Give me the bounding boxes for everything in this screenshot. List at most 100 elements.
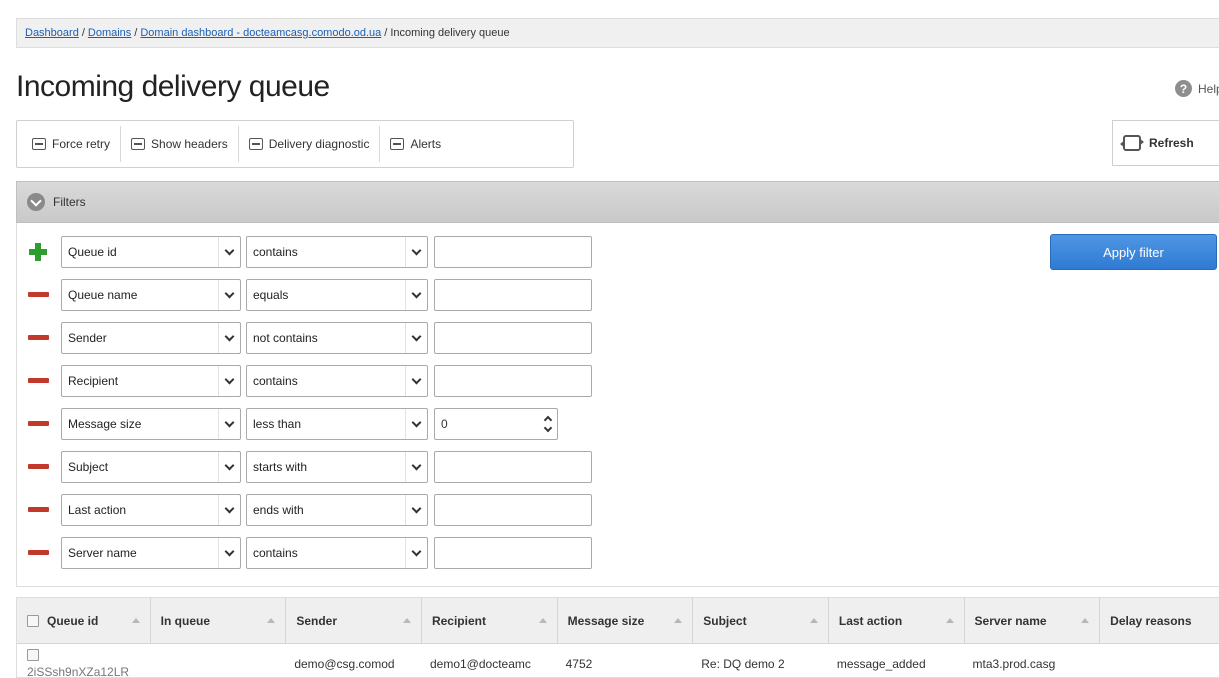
column-label: Sender <box>296 613 337 628</box>
filter-operator-select[interactable]: contains <box>246 236 428 268</box>
help-icon: ? <box>1175 80 1192 97</box>
filter-value-input[interactable] <box>434 494 592 526</box>
breadcrumb: Dashboard / Domains / Domain dashboard -… <box>16 18 1219 48</box>
remove-filter-icon[interactable] <box>27 284 49 306</box>
chevron-down-icon <box>218 409 240 439</box>
breadcrumb-link-domain-dashboard[interactable]: Domain dashboard - docteamcasg.comodo.od… <box>140 27 381 39</box>
filter-field-select[interactable]: Message size <box>61 408 241 440</box>
table-header: Queue id In queue Sender Recipient Messa… <box>17 598 1219 644</box>
filter-field-select[interactable]: Recipient <box>61 365 241 397</box>
filter-number-value: 0 <box>441 417 448 431</box>
add-filter-icon[interactable] <box>27 241 49 263</box>
toolbar: Force retry Show headers Delivery diagno… <box>16 120 574 168</box>
chevron-down-icon <box>405 237 427 267</box>
breadcrumb-separator: / <box>134 27 138 39</box>
filter-operator-select[interactable]: not contains <box>246 322 428 354</box>
chevron-down-icon <box>218 237 240 267</box>
filter-value-input[interactable] <box>434 537 592 569</box>
filter-operator-value: contains <box>253 546 298 560</box>
filter-operator-select[interactable]: ends with <box>246 494 428 526</box>
filter-field-select[interactable]: Last action <box>61 494 241 526</box>
filter-field-value: Message size <box>68 417 142 431</box>
select-all-checkbox[interactable] <box>27 614 39 627</box>
column-header-message-size[interactable]: Message size <box>558 598 694 644</box>
filter-value-input[interactable] <box>434 236 592 268</box>
cell-recipient: demo1@docteamc <box>429 657 531 671</box>
remove-filter-icon[interactable] <box>27 327 49 349</box>
column-label: Server name <box>974 613 1047 628</box>
filter-value-input[interactable] <box>434 451 592 483</box>
filter-operator-value: contains <box>253 374 298 388</box>
delivery-diagnostic-button[interactable]: Delivery diagnostic <box>239 126 381 162</box>
force-retry-button[interactable]: Force retry <box>22 126 122 162</box>
filter-operator-select[interactable]: contains <box>246 365 428 397</box>
filter-value-input[interactable] <box>434 279 592 311</box>
collapse-chevron-icon[interactable] <box>27 193 45 211</box>
sort-icon <box>674 618 683 623</box>
show-headers-button[interactable]: Show headers <box>121 126 239 162</box>
chevron-down-icon <box>218 323 240 353</box>
column-label: Last action <box>838 613 903 628</box>
filter-field-select[interactable]: Sender <box>61 322 241 354</box>
cell-in-queue <box>151 644 287 677</box>
filter-field-select[interactable]: Queue id <box>61 236 241 268</box>
sort-icon <box>402 618 411 623</box>
column-header-delay-reasons[interactable]: Delay reasons <box>1100 598 1219 644</box>
chevron-down-icon <box>405 495 427 525</box>
filter-field-value: Subject <box>68 460 109 474</box>
column-header-server-name[interactable]: Server name <box>965 598 1101 644</box>
chevron-down-icon <box>405 323 427 353</box>
filter-row: Last action ends with <box>27 494 592 526</box>
filter-row: Subject starts with <box>27 451 592 483</box>
chevron-down-icon <box>405 409 427 439</box>
filter-row: Recipient contains <box>27 365 592 397</box>
filter-row: Queue name equals <box>27 279 592 311</box>
remove-filter-icon[interactable] <box>27 413 49 435</box>
refresh-button[interactable]: Refresh <box>1112 120 1219 166</box>
remove-filter-icon[interactable] <box>27 542 49 564</box>
remove-filter-icon[interactable] <box>27 370 49 392</box>
filter-number-input[interactable]: 0 <box>434 408 558 440</box>
filter-field-select[interactable]: Subject <box>61 451 241 483</box>
filter-row: Server name contains <box>27 537 592 569</box>
filter-operator-value: contains <box>253 245 298 259</box>
filter-operator-select[interactable]: equals <box>246 279 428 311</box>
breadcrumb-link-domains[interactable]: Domains <box>88 27 131 39</box>
column-label: Queue id <box>47 613 99 628</box>
chevron-down-icon <box>218 452 240 482</box>
filter-operator-select[interactable]: contains <box>246 537 428 569</box>
column-header-recipient[interactable]: Recipient <box>422 598 558 644</box>
force-retry-icon <box>32 138 46 150</box>
filter-field-value: Queue id <box>68 245 117 259</box>
row-checkbox[interactable] <box>27 649 39 661</box>
filters-title: Filters <box>53 195 86 209</box>
cell-delay-reasons <box>1100 644 1219 677</box>
filter-field-select[interactable]: Queue name <box>61 279 241 311</box>
column-header-subject[interactable]: Subject <box>693 598 829 644</box>
chevron-down-icon <box>218 366 240 396</box>
alerts-button[interactable]: Alerts <box>380 126 451 162</box>
filter-row: Message size less than 0 <box>27 408 558 440</box>
help-link[interactable]: ? Help <box>1175 80 1219 97</box>
remove-filter-icon[interactable] <box>27 456 49 478</box>
column-header-sender[interactable]: Sender <box>286 598 422 644</box>
filter-operator-select[interactable]: starts with <box>246 451 428 483</box>
spinner-icon[interactable] <box>543 415 553 433</box>
filters-header[interactable]: Filters <box>16 181 1219 223</box>
remove-filter-icon[interactable] <box>27 499 49 521</box>
filter-value-input[interactable] <box>434 322 592 354</box>
column-header-last-action[interactable]: Last action <box>829 598 965 644</box>
apply-filter-button[interactable]: Apply filter <box>1050 234 1217 270</box>
column-header-queue-id[interactable]: Queue id <box>17 598 151 644</box>
queue-table: Queue id In queue Sender Recipient Messa… <box>16 597 1219 678</box>
chevron-down-icon <box>218 280 240 310</box>
column-header-in-queue[interactable]: In queue <box>151 598 287 644</box>
filter-operator-value: not contains <box>253 331 318 345</box>
breadcrumb-link-dashboard[interactable]: Dashboard <box>25 27 79 39</box>
filter-field-select[interactable]: Server name <box>61 537 241 569</box>
page-title: Incoming delivery queue <box>16 70 330 103</box>
column-label: Recipient <box>431 613 486 628</box>
table-row[interactable]: 2iSSsh9nXZa12LR demo@csg.comod demo1@doc… <box>17 644 1219 677</box>
filter-operator-select[interactable]: less than <box>246 408 428 440</box>
filter-value-input[interactable] <box>434 365 592 397</box>
